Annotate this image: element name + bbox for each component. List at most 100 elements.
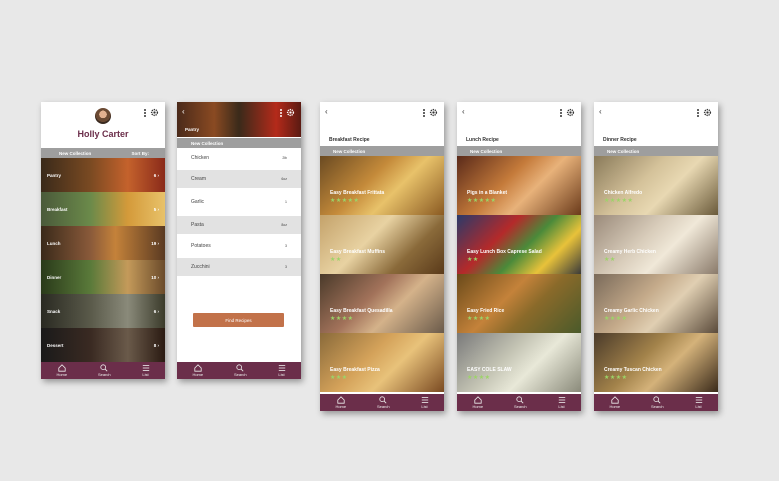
nav-home[interactable]: Home [472, 396, 483, 409]
new-collection-button[interactable]: New Collection [607, 149, 639, 154]
rating-stars: ★★★★ [467, 316, 491, 322]
collection-bar: New Collection [177, 138, 301, 148]
nav-list[interactable]: List [695, 396, 703, 409]
home-icon [58, 364, 66, 372]
recipe-card[interactable]: Easy Breakfast Quesadilla ★★★★ [320, 274, 444, 333]
rating-stars: ★★★★ [604, 316, 628, 322]
back-icon[interactable]: ‹ [462, 107, 465, 116]
recipe-card[interactable]: Pigs in a Blanket ★★★★★ [457, 156, 581, 215]
recipe-card[interactable]: Creamy Garlic Chicken ★★★★ [594, 274, 718, 333]
new-collection-button[interactable]: New Collection [470, 149, 502, 154]
nav-home[interactable]: Home [609, 396, 620, 409]
lunch-screen: ‹ Lunch Recipe New Collection Pigs in a … [457, 102, 581, 411]
rating-stars: ★★ [604, 257, 616, 263]
ingredient-row[interactable]: Garlic 1 [177, 193, 301, 211]
nav-list[interactable]: List [558, 396, 566, 409]
recipe-card[interactable]: Easy Breakfast Frittata ★★★★★ [320, 156, 444, 215]
sort-by-button[interactable]: Sort By: [131, 151, 149, 156]
page-title: Lunch Recipe [466, 137, 499, 143]
more-icon[interactable] [423, 108, 425, 117]
nav-search[interactable]: Search [514, 396, 527, 409]
category-row-lunch[interactable]: Lunch 19 › [41, 226, 165, 260]
nav-list[interactable]: List [421, 396, 429, 409]
rating-stars: ★★★★★ [604, 198, 634, 204]
nav-search[interactable]: Search [98, 364, 111, 377]
collection-header-title: Pantry [185, 127, 200, 132]
list-icon [421, 397, 428, 403]
top-icons [144, 108, 159, 117]
more-icon[interactable] [697, 108, 699, 117]
gear-icon[interactable] [566, 108, 575, 117]
ingredient-row[interactable]: Pasta 8oz [177, 216, 301, 234]
home-icon [611, 396, 619, 404]
recipe-card[interactable]: Easy Breakfast Muffins ★★ [320, 215, 444, 274]
new-collection-button[interactable]: New Collection [59, 151, 91, 156]
category-row-dessert[interactable]: Dessert 8 › [41, 328, 165, 362]
back-icon[interactable]: ‹ [599, 107, 602, 116]
bottom-nav: Home Search List [457, 394, 581, 411]
rating-stars: ★★ [467, 257, 479, 263]
nav-search[interactable]: Search [377, 396, 390, 409]
recipe-card[interactable]: Creamy Herb Chicken ★★ [594, 215, 718, 274]
ingredient-row[interactable]: Potatoes 3 [177, 237, 301, 255]
recipe-card[interactable]: EASY COLE SLAW ★★★★ [457, 333, 581, 392]
gear-icon[interactable] [703, 108, 712, 117]
nav-list[interactable]: List [142, 364, 150, 377]
recipe-card[interactable]: Easy Breakfast Pizza ★★★ [320, 333, 444, 392]
gear-icon[interactable] [150, 108, 159, 117]
nav-list[interactable]: List [278, 364, 286, 377]
ingredient-row[interactable]: Zucchini 3 [177, 258, 301, 276]
home-icon [337, 396, 345, 404]
more-icon[interactable] [560, 108, 562, 117]
nav-search[interactable]: Search [234, 364, 247, 377]
back-icon[interactable]: ‹ [182, 107, 185, 116]
more-icon[interactable] [144, 108, 146, 117]
top-icons [423, 108, 438, 117]
nav-home[interactable]: Home [192, 364, 203, 377]
home-icon [474, 396, 482, 404]
search-icon [379, 396, 387, 404]
gear-icon[interactable] [429, 108, 438, 117]
category-row-dinner[interactable]: Dinner 10 › [41, 260, 165, 294]
recipe-card[interactable]: Creamy Tuscan Chicken ★★★★ [594, 333, 718, 392]
avatar[interactable] [95, 108, 111, 124]
rating-stars: ★★★★ [330, 316, 354, 322]
rating-stars: ★★★★ [467, 375, 491, 381]
ingredient-row[interactable]: Cream 6oz [177, 170, 301, 188]
collection-bar: New Collection Sort By: [41, 148, 165, 158]
recipe-card[interactable]: Chicken Alfredo ★★★★★ [594, 156, 718, 215]
collection-screen: ‹ Pantry New Collection Chicken 2lb Cream… [177, 102, 301, 379]
recipe-card[interactable]: Easy Lunch Box Caprese Salad ★★ [457, 215, 581, 274]
bottom-nav: Home Search List [41, 362, 165, 379]
more-icon[interactable] [280, 108, 282, 117]
list-icon [142, 365, 149, 371]
page-title: Breakfast Recipe [329, 137, 370, 143]
nav-search[interactable]: Search [651, 396, 664, 409]
top-icons [697, 108, 712, 117]
new-collection-button[interactable]: New Collection [333, 149, 365, 154]
search-icon [653, 396, 661, 404]
top-icons [280, 108, 295, 117]
gear-icon[interactable] [286, 108, 295, 117]
list-icon [558, 397, 565, 403]
bottom-nav: Home Search List [320, 394, 444, 411]
rating-stars: ★★ [330, 257, 342, 263]
breakfast-screen: ‹ Breakfast Recipe New Collection Easy B… [320, 102, 444, 411]
search-icon [100, 364, 108, 372]
nav-home[interactable]: Home [335, 396, 346, 409]
ingredient-row[interactable]: Chicken 2lb [177, 149, 301, 167]
new-collection-button[interactable]: New Collection [191, 141, 223, 146]
category-row-breakfast[interactable]: Breakfast 5 › [41, 192, 165, 226]
category-row-snack[interactable]: Snack 6 › [41, 294, 165, 328]
category-row-pantry[interactable]: Pantry 6 › [41, 158, 165, 192]
rating-stars: ★★★★★ [467, 198, 497, 204]
profile-screen: Holly Carter New Collection Sort By: Pan… [41, 102, 165, 379]
list-icon [695, 397, 702, 403]
find-recipes-button[interactable]: Find Recipes [193, 313, 284, 327]
recipe-card[interactable]: Easy Fried Rice ★★★★ [457, 274, 581, 333]
collection-header-image: ‹ Pantry [177, 102, 301, 137]
bottom-nav: Home Search List [177, 362, 301, 379]
nav-home[interactable]: Home [56, 364, 67, 377]
collection-bar: New Collection [320, 146, 444, 156]
back-icon[interactable]: ‹ [325, 107, 328, 116]
